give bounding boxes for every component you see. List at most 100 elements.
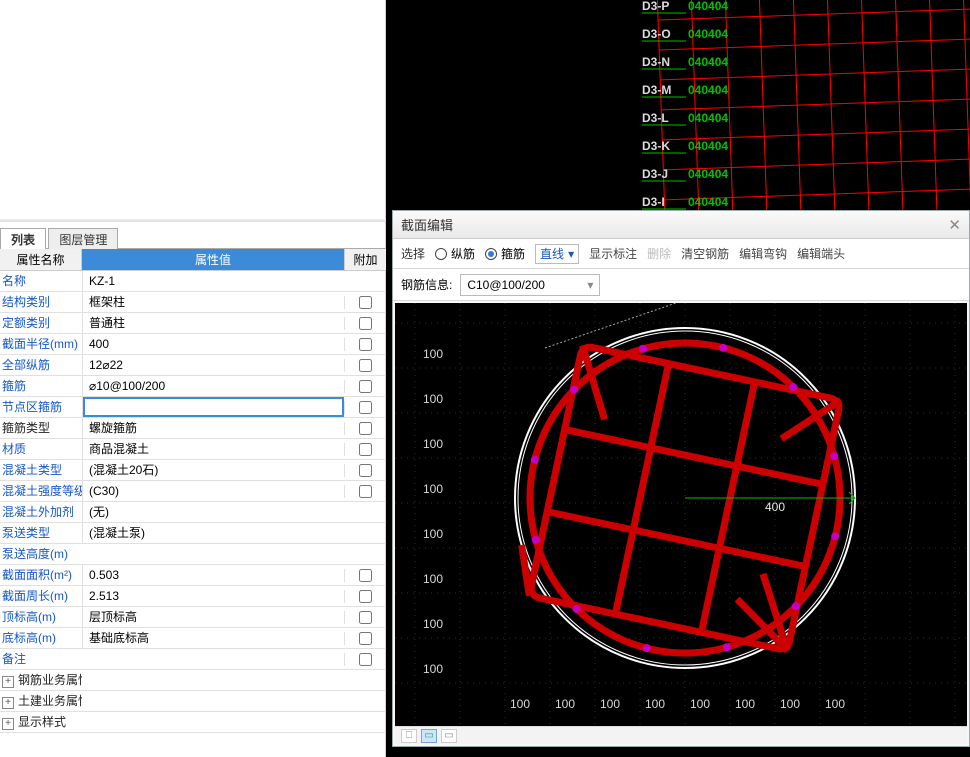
property-row[interactable]: 结构类别框架柱 bbox=[0, 292, 386, 313]
radio-stirrup[interactable]: 箍筋 bbox=[485, 245, 525, 262]
property-row[interactable]: +显示样式 bbox=[0, 712, 386, 733]
property-row[interactable]: 泵送类型(混凝土泵) bbox=[0, 523, 386, 544]
property-row[interactable]: 备注 bbox=[0, 649, 386, 670]
dialog-toolbar: 选择 纵筋 箍筋 直线▾ 显示标注 删除 清空钢筋 编辑弯钩 编辑端头 bbox=[393, 239, 969, 269]
svg-text:100: 100 bbox=[645, 697, 665, 711]
extra-checkbox[interactable] bbox=[359, 569, 372, 582]
property-label: 节点区箍筋 bbox=[0, 397, 82, 418]
property-value[interactable]: 层顶标高 bbox=[82, 607, 344, 628]
property-row[interactable]: 顶标高(m)层顶标高 bbox=[0, 607, 386, 628]
svg-text:040404: 040404 bbox=[688, 167, 728, 181]
property-value[interactable]: 400 bbox=[82, 334, 344, 355]
property-label: +土建业务属性 bbox=[0, 691, 82, 712]
property-row[interactable]: 截面面积(m²)0.503 bbox=[0, 565, 386, 586]
edit-hook-button[interactable]: 编辑弯钩 bbox=[739, 245, 787, 262]
extra-checkbox[interactable] bbox=[359, 443, 372, 456]
extra-checkbox[interactable] bbox=[359, 590, 372, 603]
svg-text:100: 100 bbox=[690, 697, 710, 711]
svg-text:D3-K: D3-K bbox=[642, 139, 670, 153]
property-value[interactable]: 基础底标高 bbox=[82, 628, 344, 649]
property-row[interactable]: 箍筋类型螺旋箍筋 bbox=[0, 418, 386, 439]
edit-end-button[interactable]: 编辑端头 bbox=[797, 245, 845, 262]
extra-checkbox[interactable] bbox=[359, 359, 372, 372]
svg-text:040404: 040404 bbox=[688, 27, 728, 41]
chevron-down-icon: ▾ bbox=[587, 278, 593, 292]
property-value[interactable]: 12⌀22 bbox=[82, 355, 344, 376]
property-value[interactable] bbox=[82, 397, 344, 418]
property-row[interactable]: +土建业务属性 bbox=[0, 691, 386, 712]
svg-text:040404: 040404 bbox=[688, 195, 728, 209]
property-value[interactable]: (无) bbox=[82, 502, 344, 523]
property-row[interactable]: 截面半径(mm)400 bbox=[0, 334, 386, 355]
svg-text:100: 100 bbox=[423, 347, 443, 361]
tab-layer-manager[interactable]: 图层管理 bbox=[48, 228, 118, 250]
property-label: 箍筋类型 bbox=[0, 418, 82, 439]
line-type-dropdown[interactable]: 直线▾ bbox=[535, 244, 579, 264]
property-row[interactable]: 底标高(m)基础底标高 bbox=[0, 628, 386, 649]
tab-property-list[interactable]: 列表 bbox=[0, 228, 46, 250]
property-extra bbox=[344, 443, 386, 456]
property-row[interactable]: 泵送高度(m) bbox=[0, 544, 386, 565]
property-value[interactable]: 框架柱 bbox=[82, 292, 344, 313]
status-btn-1[interactable]: ⎕ bbox=[401, 729, 417, 743]
svg-text:D3-I: D3-I bbox=[642, 195, 665, 209]
expand-icon[interactable]: + bbox=[2, 697, 14, 709]
property-value[interactable]: 普通柱 bbox=[82, 313, 344, 334]
show-dim-button[interactable]: 显示标注 bbox=[589, 245, 637, 262]
property-row[interactable]: 混凝土外加剂(无) bbox=[0, 502, 386, 523]
property-row[interactable]: 节点区箍筋 bbox=[0, 397, 386, 418]
extra-checkbox[interactable] bbox=[359, 317, 372, 330]
expand-icon[interactable]: + bbox=[2, 718, 14, 730]
property-row[interactable]: 截面周长(m)2.513 bbox=[0, 586, 386, 607]
property-row[interactable]: 定额类别普通柱 bbox=[0, 313, 386, 334]
status-btn-3[interactable]: ▭ bbox=[441, 729, 457, 743]
extra-checkbox[interactable] bbox=[359, 611, 372, 624]
property-value[interactable]: 螺旋箍筋 bbox=[82, 418, 344, 439]
property-value[interactable]: (混凝土20石) bbox=[82, 460, 344, 481]
svg-text:100: 100 bbox=[825, 697, 845, 711]
svg-text:040404: 040404 bbox=[688, 0, 728, 13]
extra-checkbox[interactable] bbox=[359, 653, 372, 666]
extra-checkbox[interactable] bbox=[359, 422, 372, 435]
property-row[interactable]: 混凝土强度等级(C30) bbox=[0, 481, 386, 502]
extra-checkbox[interactable] bbox=[359, 401, 372, 414]
extra-checkbox[interactable] bbox=[359, 296, 372, 309]
property-value-input[interactable] bbox=[83, 397, 344, 417]
section-canvas[interactable]: 1001001001001001001001001001001001001001… bbox=[395, 303, 967, 726]
extra-checkbox[interactable] bbox=[359, 380, 372, 393]
extra-checkbox[interactable] bbox=[359, 632, 372, 645]
delete-button[interactable]: 删除 bbox=[647, 245, 671, 262]
property-row[interactable]: 名称KZ-1 bbox=[0, 271, 386, 292]
property-extra bbox=[344, 653, 386, 666]
status-btn-2[interactable]: ▭ bbox=[421, 729, 437, 743]
radio-dot-icon bbox=[485, 248, 497, 260]
property-extra bbox=[344, 464, 386, 477]
property-row[interactable]: 全部纵筋12⌀22 bbox=[0, 355, 386, 376]
expand-icon[interactable]: + bbox=[2, 676, 14, 688]
dialog-titlebar[interactable]: 截面编辑 ✕ bbox=[393, 211, 969, 239]
close-icon[interactable]: ✕ bbox=[948, 216, 961, 234]
property-value[interactable]: ⌀10@100/200 bbox=[82, 376, 344, 397]
property-label: 备注 bbox=[0, 649, 82, 670]
radio-longitudinal[interactable]: 纵筋 bbox=[435, 245, 475, 262]
extra-checkbox[interactable] bbox=[359, 338, 372, 351]
extra-checkbox[interactable] bbox=[359, 485, 372, 498]
property-value[interactable]: 商品混凝土 bbox=[82, 439, 344, 460]
radio-stirrup-label: 箍筋 bbox=[501, 245, 525, 262]
extra-checkbox[interactable] bbox=[359, 464, 372, 477]
rebar-info-dropdown[interactable]: C10@100/200 ▾ bbox=[460, 274, 600, 296]
property-row[interactable]: 混凝土类型(混凝土20石) bbox=[0, 460, 386, 481]
property-value[interactable]: 0.503 bbox=[82, 565, 344, 586]
line-type-label: 直线 bbox=[540, 245, 564, 262]
property-row[interactable]: 材质商品混凝土 bbox=[0, 439, 386, 460]
property-row[interactable]: +钢筋业务属性 bbox=[0, 670, 386, 691]
rebar-info-value: C10@100/200 bbox=[467, 278, 545, 292]
radio-longitudinal-label: 纵筋 bbox=[451, 245, 475, 262]
property-value[interactable]: KZ-1 bbox=[82, 271, 344, 292]
property-row[interactable]: 箍筋⌀10@100/200 bbox=[0, 376, 386, 397]
property-value[interactable]: 2.513 bbox=[82, 586, 344, 607]
property-value[interactable]: (混凝土泵) bbox=[82, 523, 344, 544]
clear-rebar-button[interactable]: 清空钢筋 bbox=[681, 245, 729, 262]
property-value[interactable]: (C30) bbox=[82, 481, 344, 502]
svg-text:100: 100 bbox=[423, 482, 443, 496]
